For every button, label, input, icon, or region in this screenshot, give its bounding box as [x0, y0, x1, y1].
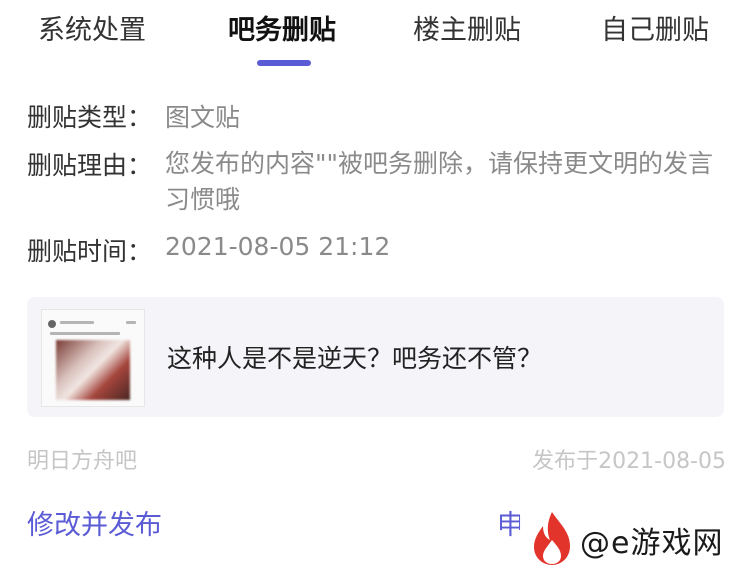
delete-type-row: 删贴类型： 图文贴 [27, 98, 240, 134]
delete-reason-row: 删贴理由： [27, 146, 152, 182]
forum-name[interactable]: 明日方舟吧 [27, 443, 137, 475]
publish-date: 发布于2021-08-05 [532, 449, 726, 474]
delete-type-value: 图文贴 [165, 103, 241, 132]
post-thumbnail [41, 309, 145, 407]
flame-logo-icon [534, 512, 570, 565]
tab-self-delete[interactable]: 自己删贴 [601, 8, 709, 47]
delete-time-label: 删贴时间： [27, 237, 153, 266]
delete-type-label: 删贴类型： [27, 103, 153, 132]
delete-reason-label: 删贴理由： [27, 151, 153, 180]
watermark-text: @e游戏网 [580, 526, 724, 561]
edit-and-publish-button[interactable]: 修改并发布 [27, 503, 162, 542]
delete-reason-value: 您发布的内容""被吧务删除，请保持更文明的发言习惯哦 [165, 149, 713, 214]
watermark: @e游戏网 [520, 508, 752, 569]
post-title: 这种人是不是逆天？吧务还不管？ [167, 344, 543, 373]
active-tab-indicator [257, 60, 311, 66]
delete-time-value: 2021-08-05 21:12 [165, 232, 391, 261]
delete-time-row: 删贴时间： 2021-08-05 21:12 [27, 232, 390, 268]
tab-bar: 系统处置 吧务删贴 楼主删贴 自己删贴 [0, 0, 752, 72]
post-image [56, 340, 130, 400]
tab-moderator-delete[interactable]: 吧务删贴 [228, 8, 336, 47]
deleted-post-card[interactable]: 这种人是不是逆天？吧务还不管？ [27, 297, 724, 417]
tab-op-delete[interactable]: 楼主删贴 [413, 8, 521, 47]
tab-system[interactable]: 系统处置 [38, 8, 146, 47]
